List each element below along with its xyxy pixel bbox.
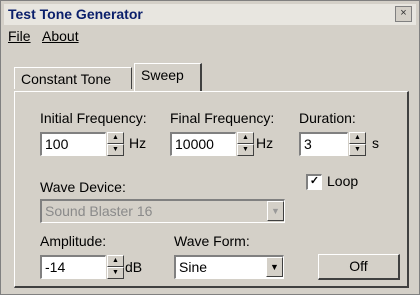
tab-sweep[interactable]: Sweep [134,63,202,91]
amplitude-spinner[interactable]: ▲ ▼ [107,255,124,279]
tab-strip: Constant Tone Sweep [14,63,414,93]
spin-up-icon[interactable]: ▲ [349,132,366,144]
final-frequency-input[interactable]: 10000 [170,132,236,156]
menu-file[interactable]: File [8,28,31,44]
initial-frequency-input[interactable]: 100 [40,132,106,156]
wave-form-value: Sine [179,259,208,275]
spin-down-icon[interactable]: ▼ [237,144,254,156]
final-frequency-spinner[interactable]: ▲ ▼ [237,132,254,156]
final-frequency-label: Final Frequency: [170,110,275,126]
menu-file-label: File [8,28,31,44]
loop-label: Loop [327,173,359,189]
final-frequency-unit: Hz [256,135,274,151]
main-window: Test Tone Generator × File About Constan… [0,0,420,295]
wave-form-label: Wave Form: [174,233,250,249]
menu-bar: File About [4,27,416,47]
spin-up-icon[interactable]: ▲ [107,255,124,267]
initial-frequency-spinner[interactable]: ▲ ▼ [107,132,124,156]
close-icon[interactable]: × [395,6,412,22]
menu-about[interactable]: About [42,28,79,44]
loop-checkbox[interactable]: ✓ [306,174,322,190]
duration-input[interactable]: 3 [299,132,348,156]
window-title: Test Tone Generator [8,6,143,22]
duration-spinner[interactable]: ▲ ▼ [349,132,366,156]
spin-up-icon[interactable]: ▲ [237,132,254,144]
spin-down-icon[interactable]: ▼ [349,144,366,156]
initial-frequency-unit: Hz [129,135,147,151]
tab-sweep-label: Sweep [141,67,184,83]
amplitude-unit: dB [125,259,143,275]
initial-frequency-label: Initial Frequency: [40,110,147,126]
title-bar: Test Tone Generator × [4,4,416,25]
amplitude-input[interactable]: -14 [40,255,106,279]
off-button[interactable]: Off [318,254,400,280]
menu-about-label: About [42,28,79,44]
chevron-down-icon: ▼ [267,201,284,221]
spin-down-icon[interactable]: ▼ [107,144,124,156]
tab-constant-tone[interactable]: Constant Tone [14,67,132,89]
duration-unit: s [372,135,379,151]
spin-up-icon[interactable]: ▲ [107,132,124,144]
wave-device-label: Wave Device: [40,179,126,195]
wave-device-select: Sound Blaster 16 ▼ [40,199,285,223]
amplitude-label: Amplitude: [40,233,107,249]
chevron-down-icon[interactable]: ▼ [266,257,283,277]
check-icon: ✓ [309,175,320,187]
wave-form-select[interactable]: Sine ▼ [174,255,284,279]
tab-constant-tone-label: Constant Tone [21,71,112,87]
duration-label: Duration: [299,110,356,126]
wave-device-value: Sound Blaster 16 [45,203,153,219]
spin-down-icon[interactable]: ▼ [107,267,124,279]
